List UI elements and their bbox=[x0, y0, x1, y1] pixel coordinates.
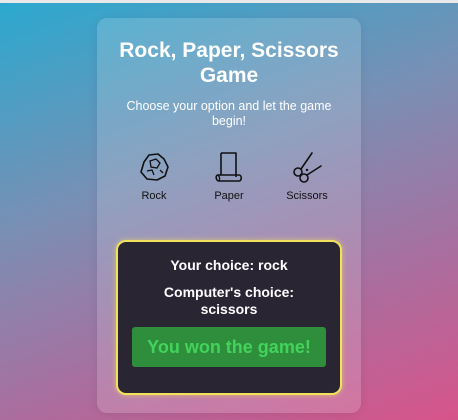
computer-choice-label: Computer's choice: bbox=[163, 284, 295, 300]
paper-option[interactable]: Paper bbox=[194, 150, 264, 202]
scissors-icon bbox=[293, 152, 322, 183]
your-choice-label: Your choice: bbox=[170, 257, 255, 273]
scissors-label: Scissors bbox=[286, 190, 328, 202]
computer-choice-line: Computer's choice: scissors bbox=[128, 284, 330, 318]
your-choice-value: rock bbox=[258, 257, 288, 273]
paper-scroll-icon bbox=[215, 152, 243, 182]
result-panel: Your choice: rock Computer's choice: sci… bbox=[116, 240, 342, 395]
game-card: Rock, Paper, Scissors Game Choose your o… bbox=[97, 18, 361, 413]
browser-top-edge bbox=[0, 0, 458, 3]
computer-choice-value: scissors bbox=[200, 301, 258, 317]
scissors-option[interactable]: Scissors bbox=[272, 150, 342, 202]
rock-option[interactable]: Rock bbox=[119, 150, 189, 202]
game-title: Rock, Paper, Scissors Game bbox=[119, 39, 339, 87]
your-choice-line: Your choice: rock bbox=[118, 257, 340, 273]
game-subtitle: Choose your option and let the game begi… bbox=[126, 99, 332, 128]
rock-icon bbox=[140, 153, 169, 181]
paper-label: Paper bbox=[214, 190, 244, 202]
rock-label: Rock bbox=[141, 190, 167, 202]
game-outcome-button[interactable]: You won the game! bbox=[132, 327, 326, 367]
